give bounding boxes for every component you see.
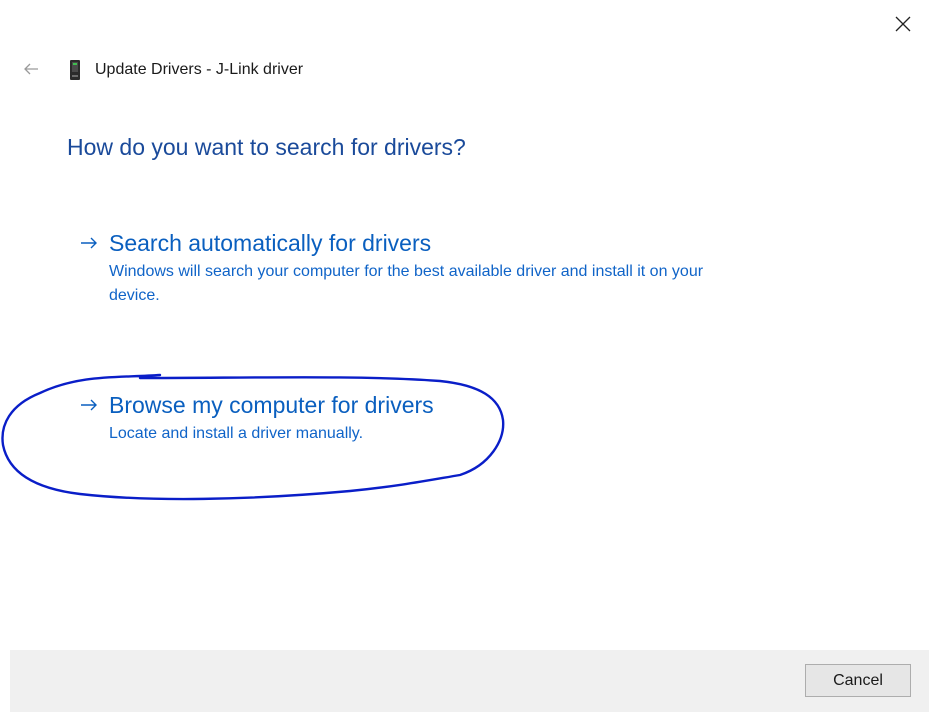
arrow-right-icon — [76, 388, 102, 422]
search-automatically-option[interactable]: Search automatically for drivers Windows… — [76, 226, 756, 314]
update-drivers-window: Update Drivers - J-Link driver How do yo… — [0, 0, 929, 712]
cancel-button[interactable]: Cancel — [805, 664, 911, 697]
window-title: Update Drivers - J-Link driver — [95, 61, 304, 78]
device-icon — [70, 60, 80, 80]
hand-drawn-circle-annotation — [1, 373, 505, 501]
browse-computer-option[interactable]: Browse my computer for drivers Locate an… — [76, 388, 756, 452]
back-button[interactable] — [16, 56, 46, 82]
footer-bar — [10, 650, 929, 712]
close-button[interactable] — [884, 6, 922, 42]
option-description: Locate and install a driver manually. — [109, 425, 364, 442]
page-heading: How do you want to search for drivers? — [67, 134, 466, 160]
option-title: Browse my computer for drivers — [109, 392, 434, 418]
arrow-right-icon — [76, 226, 102, 260]
option-title: Search automatically for drivers — [109, 230, 432, 256]
option-description: Windows will search your computer for th… — [109, 263, 704, 304]
back-arrow-icon — [24, 63, 38, 75]
close-icon — [895, 16, 911, 32]
